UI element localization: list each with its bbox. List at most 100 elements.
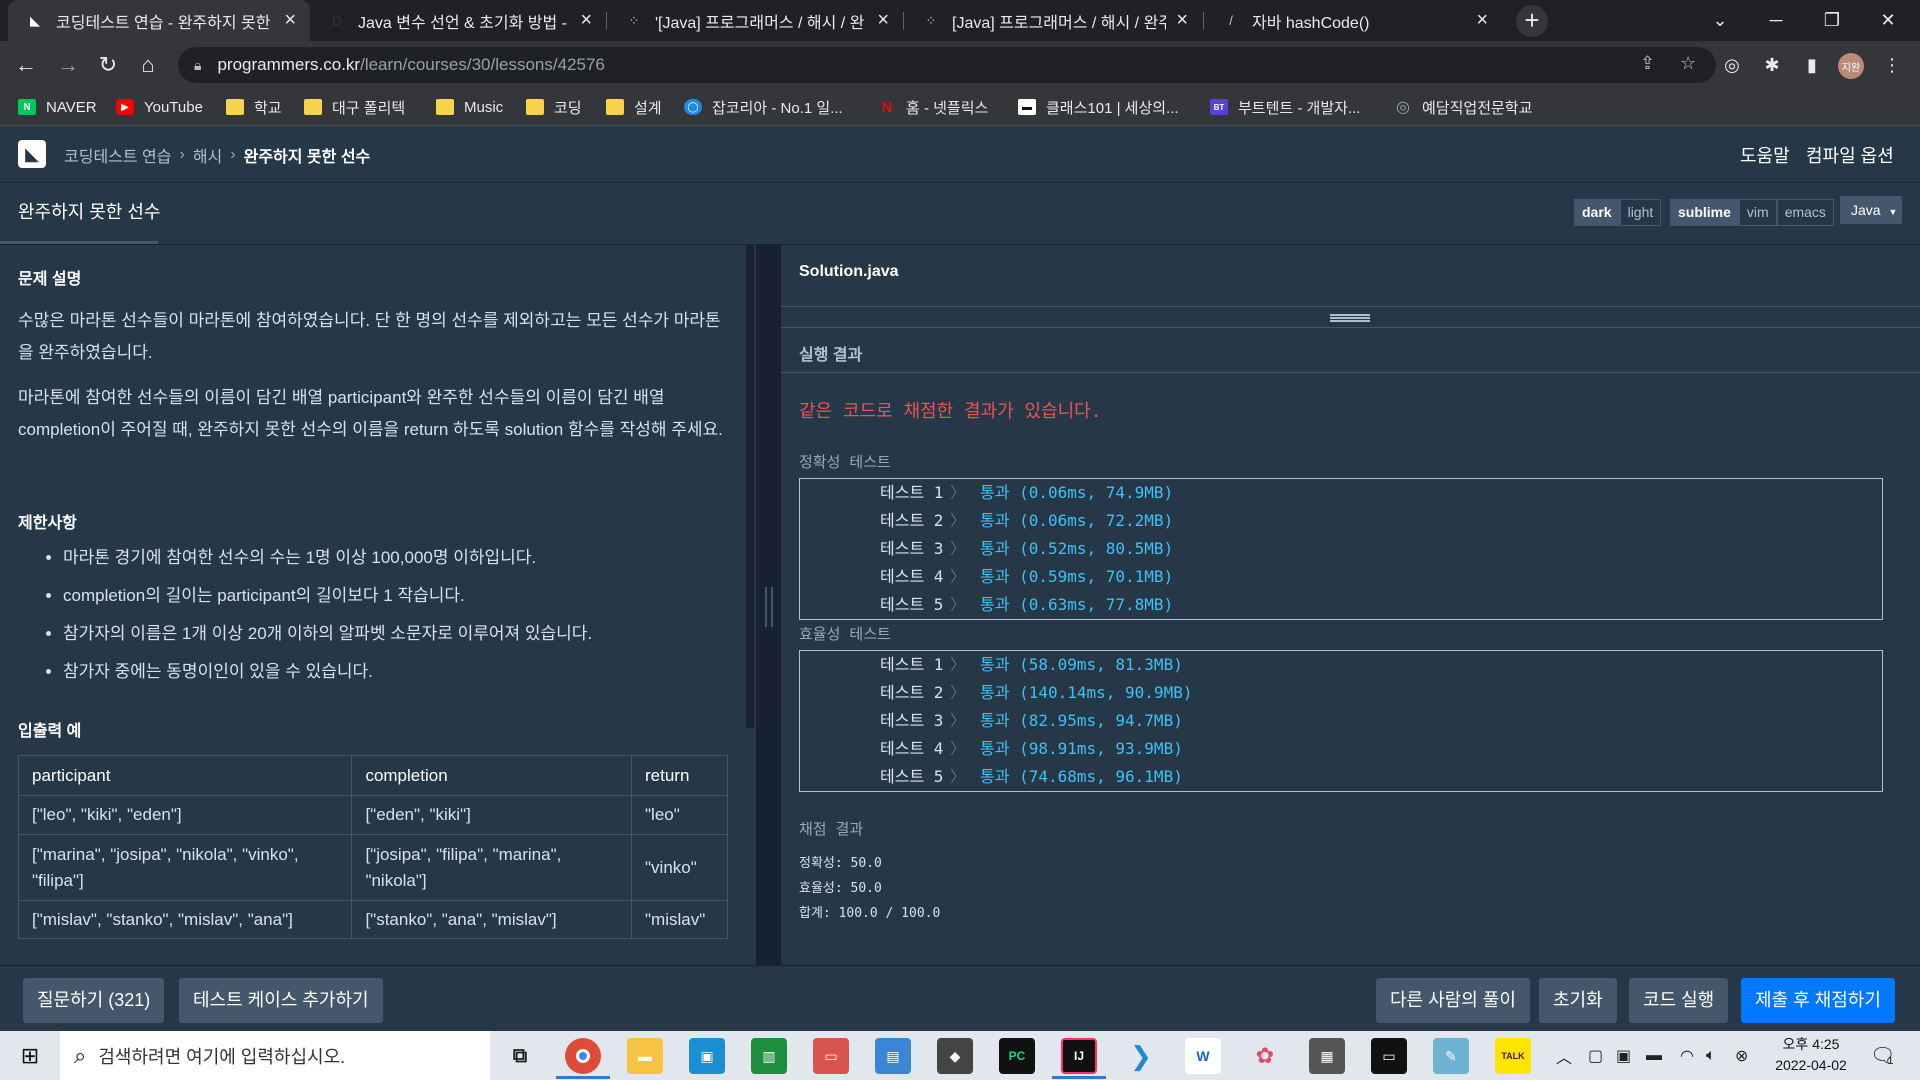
- bookmark-folder-design[interactable]: 설계: [606, 89, 662, 125]
- extension-glasses-icon[interactable]: ◎: [1716, 49, 1748, 81]
- programmers-logo[interactable]: ◣: [18, 140, 46, 168]
- bookmark-class101[interactable]: ▬ 클래스101 | 세상의...: [1018, 89, 1179, 125]
- table-row: ["leo", "kiki", "eden"] ["eden", "kiki"]…: [17, 795, 728, 835]
- breadcrumb-item[interactable]: 코딩테스트 연습: [64, 143, 172, 167]
- folder-icon: [436, 99, 454, 115]
- bookmark-naver[interactable]: N NAVER: [18, 89, 97, 125]
- bookmark-star-icon[interactable]: ☆: [1680, 53, 1696, 74]
- slides-icon[interactable]: ▭: [813, 1038, 849, 1074]
- run-code-button[interactable]: 코드 실행: [1629, 978, 1729, 1023]
- back-icon[interactable]: ←: [10, 49, 42, 81]
- close-icon[interactable]: ×: [1476, 9, 1488, 32]
- close-icon[interactable]: ×: [877, 9, 889, 32]
- panel-resize-handle[interactable]: [756, 245, 781, 965]
- windows-start-icon[interactable]: ⊞: [0, 1031, 60, 1080]
- sheets-icon[interactable]: ▥: [751, 1038, 787, 1074]
- terminal-icon[interactable]: ▭: [1371, 1038, 1407, 1074]
- browser-tab[interactable]: / 자바 hashCode() ×: [1204, 0, 1502, 41]
- browser-tab[interactable]: ⁘ '[Java] 프로그래머스 / 해시 / 완 ×: [607, 0, 903, 41]
- reset-button[interactable]: 초기화: [1539, 978, 1617, 1023]
- table-cell: ["stanko", "ana", "mislav"]: [351, 900, 633, 939]
- keymap-sublime-button[interactable]: sublime: [1670, 199, 1739, 226]
- bookmark-jobkorea[interactable]: ◯ 잡코리아 - No.1 일...: [684, 89, 843, 125]
- browser-tab-bar: ◣ 코딩테스트 연습 - 완주하지 못한 × D Java 변수 선언 & 초기…: [0, 0, 1920, 41]
- avatar[interactable]: 지완: [1838, 53, 1864, 79]
- minimize-icon[interactable]: ─: [1748, 0, 1804, 41]
- breadcrumb-item[interactable]: 해시: [193, 143, 222, 167]
- side-panel-icon[interactable]: ▮: [1796, 49, 1828, 81]
- extensions-puzzle-icon[interactable]: ✱: [1756, 49, 1788, 81]
- chevron-right-icon: 〉: [950, 539, 967, 558]
- problem-panel[interactable]: 문제 설명 수많은 마라톤 선수들이 마라톤에 참여하였습니다. 단 한 명의 …: [0, 245, 746, 965]
- volume-icon[interactable]: 🔈︎: [1706, 1031, 1716, 1080]
- chevron-right-icon: ›: [230, 145, 236, 163]
- active-app-indicator: [556, 1076, 610, 1079]
- share-icon[interactable]: ⇪: [1640, 53, 1655, 74]
- ime-icon[interactable]: ⊗: [1735, 1031, 1748, 1080]
- bookmark-folder-coding[interactable]: 코딩: [526, 89, 582, 125]
- home-icon[interactable]: ⌂: [132, 49, 164, 81]
- pycharm-icon[interactable]: PC: [999, 1038, 1035, 1074]
- close-icon[interactable]: ×: [580, 9, 592, 32]
- bookmark-yedam[interactable]: ◎ 예담직업전문학교: [1394, 89, 1532, 125]
- help-link[interactable]: 도움말: [1740, 126, 1790, 183]
- word-icon[interactable]: W: [1185, 1038, 1221, 1074]
- vscode-icon[interactable]: ❯: [1123, 1038, 1159, 1074]
- battery-icon[interactable]: ▬: [1646, 1031, 1662, 1080]
- run-result-title: 실행 결과: [799, 347, 863, 364]
- browser-tab[interactable]: ⁘ [Java] 프로그래머스 / 해시 / 완주 ×: [904, 0, 1202, 41]
- problem-scrollbar-thumb[interactable]: [746, 245, 754, 728]
- restore-icon[interactable]: ❐: [1804, 0, 1860, 41]
- task-view-icon[interactable]: ⧉: [502, 1038, 538, 1074]
- bookmark-folder-school[interactable]: 학교: [226, 89, 282, 125]
- notification-icon[interactable]: 🗨︎ 1: [1870, 1031, 1895, 1080]
- tray-monitor-icon[interactable]: ▣: [1616, 1031, 1631, 1080]
- theme-light-button[interactable]: light: [1619, 199, 1662, 226]
- menu-icon[interactable]: ⋮: [1876, 49, 1908, 81]
- remote-desktop-icon[interactable]: ▤: [875, 1038, 911, 1074]
- compile-options-link[interactable]: 컴파일 옵션: [1806, 126, 1894, 183]
- efficiency-test-label: 효율성 테스트: [799, 625, 891, 643]
- system-clock[interactable]: 오후 4:25 2022-04-02: [1766, 1034, 1856, 1076]
- keymap-vim-button[interactable]: vim: [1738, 199, 1777, 226]
- kakaotalk-icon[interactable]: TALK: [1495, 1038, 1531, 1074]
- ask-question-button[interactable]: 질문하기 (321): [23, 978, 165, 1023]
- bookmark-folder-music[interactable]: Music: [436, 89, 503, 125]
- add-testcase-button[interactable]: 테스트 케이스 추가하기: [179, 978, 383, 1023]
- forward-icon[interactable]: →: [52, 49, 84, 81]
- close-icon[interactable]: ×: [284, 9, 296, 32]
- bookmark-boottent[interactable]: BT 부트텐트 - 개발자...: [1210, 89, 1360, 125]
- new-tab-button[interactable]: +: [1516, 5, 1548, 37]
- intellij-icon[interactable]: IJ: [1061, 1038, 1097, 1074]
- lock-icon: 🔒︎: [194, 56, 202, 73]
- theme-dark-button[interactable]: dark: [1574, 199, 1620, 226]
- language-select[interactable]: Java ▼: [1840, 196, 1902, 224]
- caret-down-icon: ▼: [1888, 207, 1898, 217]
- store-icon[interactable]: ▣: [689, 1038, 725, 1074]
- description-heading: 문제 설명: [18, 271, 82, 288]
- submit-button[interactable]: 제출 후 채점하기: [1741, 978, 1895, 1023]
- output-resize-handle[interactable]: [1330, 314, 1370, 322]
- chrome-icon[interactable]: [565, 1038, 601, 1074]
- browser-tab[interactable]: ◣ 코딩테스트 연습 - 완주하지 못한 ×: [8, 0, 310, 41]
- file-explorer-icon[interactable]: ▬: [627, 1038, 663, 1074]
- notepad-icon[interactable]: ✎: [1433, 1038, 1469, 1074]
- bookmark-youtube[interactable]: ▶ YouTube: [116, 89, 203, 125]
- bookmark-folder-daegu[interactable]: 대구 폴리텍: [304, 89, 405, 125]
- unity-icon[interactable]: ◆: [937, 1038, 973, 1074]
- calculator-icon[interactable]: ▦: [1309, 1038, 1345, 1074]
- bookmark-netflix[interactable]: N홈 - 넷플릭스: [878, 89, 989, 125]
- keymap-emacs-button[interactable]: emacs: [1776, 199, 1834, 226]
- others-solutions-button[interactable]: 다른 사람의 풀이: [1376, 978, 1530, 1023]
- wifi-icon[interactable]: ◠: [1680, 1031, 1694, 1080]
- url-input[interactable]: 🔒︎ programmers.co.kr/learn/courses/30/le…: [178, 47, 1716, 83]
- taskbar-search-input[interactable]: ⌕ 검색하려면 여기에 입력하십시오.: [60, 1031, 490, 1080]
- reload-icon[interactable]: ↻: [92, 49, 124, 81]
- tab-search-icon[interactable]: ⌄: [1692, 0, 1748, 41]
- tray-chevron-up-icon[interactable]: ︿: [1556, 1031, 1572, 1080]
- tray-meet-icon[interactable]: ▢: [1588, 1031, 1603, 1080]
- paint-icon[interactable]: ✿: [1247, 1038, 1283, 1074]
- close-icon[interactable]: ×: [1176, 9, 1188, 32]
- close-window-icon[interactable]: ✕: [1860, 0, 1916, 41]
- browser-tab[interactable]: D Java 변수 선언 & 초기화 방법 - ×: [310, 0, 606, 41]
